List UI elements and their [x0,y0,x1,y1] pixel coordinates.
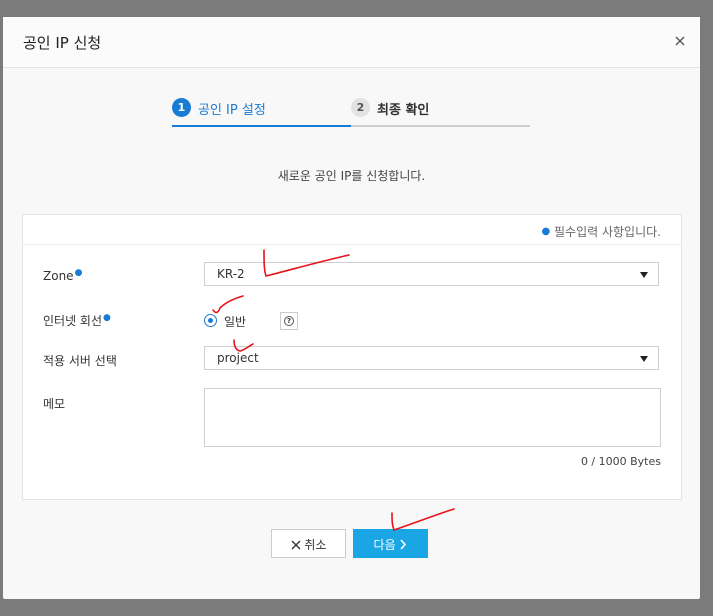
step-1-label: 공인 IP 설정 [198,103,266,118]
step-indicator: 1 공인 IP 설정 2 최종 확인 [172,95,530,127]
required-note-text: 필수입력 사항입니다. [554,225,661,239]
step-1-number: 1 [172,98,191,117]
step-2-label: 최종 확인 [377,103,430,118]
close-icon [675,36,685,46]
memo-label: 메모 [43,397,66,411]
radio-button-selected[interactable] [204,314,217,327]
server-select-value: project [217,351,259,365]
internet-line-label-text: 인터넷 회선 [43,314,103,328]
dialog-header: 공인 IP 신청 [3,17,700,68]
form-card: ● 필수입력 사항입니다. Zone● KR-2 인터넷 회선● 일반 ? 적용… [22,214,682,500]
required-marker-icon: ● [103,313,111,323]
x-icon [291,540,301,550]
server-select-label: 적용 서버 선택 [43,354,117,368]
cancel-button[interactable]: 취소 [271,529,346,558]
help-circle-icon: ? [284,316,294,326]
internet-line-label: 인터넷 회선● [43,312,111,329]
memo-textarea[interactable] [204,388,661,447]
caret-down-icon [640,356,648,362]
intro-text: 새로운 공인 IP를 신청합니다. [277,169,426,183]
zone-select[interactable]: KR-2 [204,262,659,286]
step-2: 2 최종 확인 [351,95,530,127]
required-dot-icon: ● [541,226,551,237]
chevron-right-icon [400,539,407,550]
required-note: ● 필수입력 사항입니다. [541,223,661,240]
caret-down-icon [640,272,648,278]
step-1: 1 공인 IP 설정 [172,95,351,127]
next-button[interactable]: 다음 [353,529,428,558]
required-marker-icon: ● [74,268,83,278]
memo-byte-counter: 0 / 1000 Bytes [580,455,661,468]
dialog-title: 공인 IP 신청 [23,34,102,52]
help-button[interactable]: ? [280,312,298,330]
zone-label: Zone● [43,268,82,283]
apply-public-ip-dialog: 공인 IP 신청 1 공인 IP 설정 2 최종 확인 새로운 공인 IP를 신… [3,17,700,599]
next-button-label: 다음 [373,538,396,552]
server-select[interactable]: project [204,346,659,370]
zone-select-value: KR-2 [217,267,245,281]
step-2-number: 2 [351,98,370,117]
cancel-button-label: 취소 [304,538,327,552]
radio-label-general: 일반 [224,315,247,329]
radio-dot [208,318,213,323]
close-button[interactable] [670,31,690,51]
zone-label-text: Zone [43,269,74,283]
card-divider [23,244,681,245]
